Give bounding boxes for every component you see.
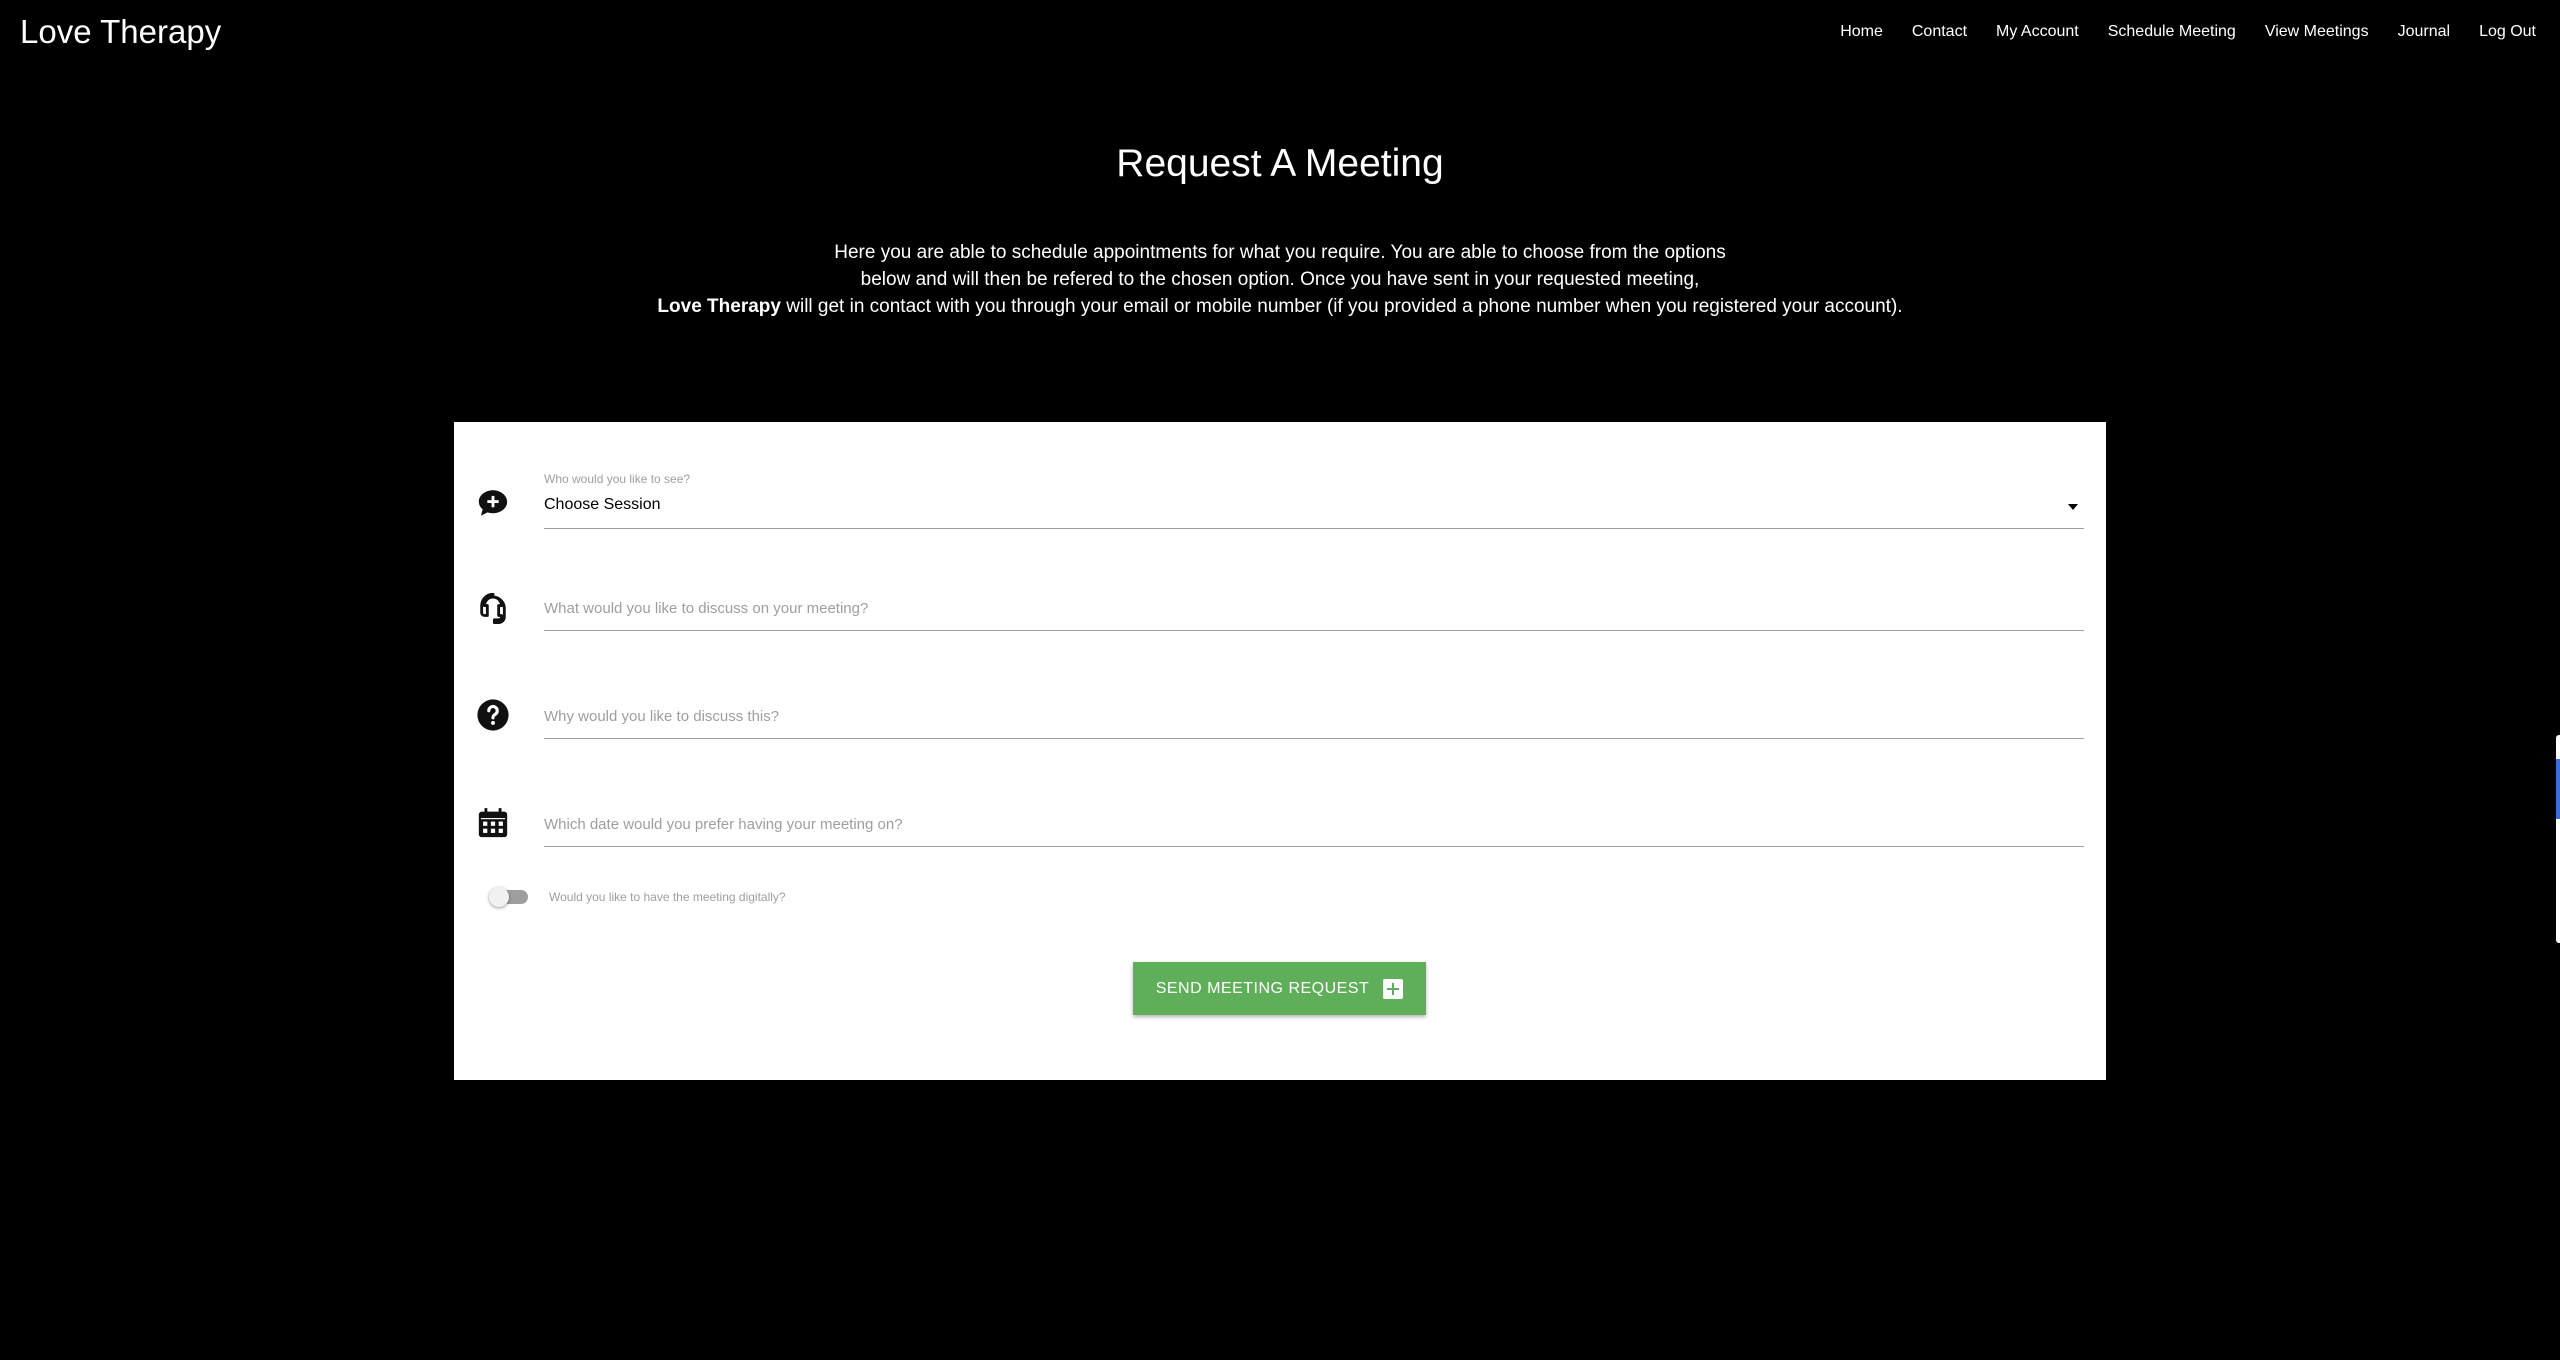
date-underline	[544, 846, 2084, 847]
plus-square-icon	[1383, 978, 1404, 999]
nav-journal[interactable]: Journal	[2398, 20, 2450, 44]
digital-meeting-label: Would you like to have the meeting digit…	[549, 890, 786, 904]
session-select-underline	[544, 528, 2084, 529]
digital-meeting-toggle[interactable]	[489, 887, 528, 907]
nav-log-out[interactable]: Log Out	[2479, 20, 2536, 44]
intro-text: Here you are able to schedule appointmen…	[0, 239, 2560, 320]
nav-contact[interactable]: Contact	[1912, 20, 1967, 44]
date-input[interactable]	[544, 809, 2084, 839]
send-meeting-request-label: SEND MEETING REQUEST	[1155, 979, 1370, 997]
intro-line-3-text: will get in contact with you through you…	[780, 296, 1903, 317]
headset-icon	[476, 590, 510, 624]
date-field	[476, 766, 2084, 847]
intro-line-3: Love Therapy will get in contact with yo…	[0, 293, 2560, 320]
intro-brand-name: Love Therapy	[657, 296, 781, 317]
session-select-value: Choose Session	[544, 496, 661, 513]
intro-line-1: Here you are able to schedule appointmen…	[834, 242, 1726, 263]
send-meeting-request-button[interactable]: SEND MEETING REQUEST	[1133, 962, 1426, 1015]
nav-links: Home Contact My Account Schedule Meeting…	[1840, 20, 2536, 44]
nav-home[interactable]: Home	[1840, 20, 1883, 44]
nav-my-account[interactable]: My Account	[1996, 20, 2079, 44]
side-edge-tab[interactable]	[2556, 735, 2560, 943]
toggle-knob	[489, 887, 509, 907]
reason-underline	[544, 738, 2084, 739]
question-circle-icon	[476, 698, 510, 732]
reason-field	[476, 658, 2084, 739]
calendar-icon	[476, 806, 510, 840]
chat-plus-icon	[476, 486, 510, 520]
page-title: Request A Meeting	[1116, 142, 1444, 185]
nav-schedule-meeting[interactable]: Schedule Meeting	[2108, 20, 2236, 44]
nav-view-meetings[interactable]: View Meetings	[2265, 20, 2369, 44]
topic-input[interactable]	[544, 593, 2084, 623]
chevron-down-icon	[2068, 504, 2078, 510]
top-navigation: Love Therapy Home Contact My Account Sch…	[0, 0, 2560, 64]
topic-underline	[544, 630, 2084, 631]
side-edge-tab-accent	[2556, 759, 2560, 819]
session-select[interactable]: Who would you like to see? Choose Sessio…	[476, 446, 2084, 529]
brand-logo-link[interactable]: Love Therapy	[20, 13, 221, 51]
reason-input[interactable]	[544, 701, 2084, 731]
session-select-label: Who would you like to see?	[544, 472, 691, 486]
topic-field	[476, 550, 2084, 631]
intro-line-2: below and will then be refered to the ch…	[860, 269, 1700, 290]
